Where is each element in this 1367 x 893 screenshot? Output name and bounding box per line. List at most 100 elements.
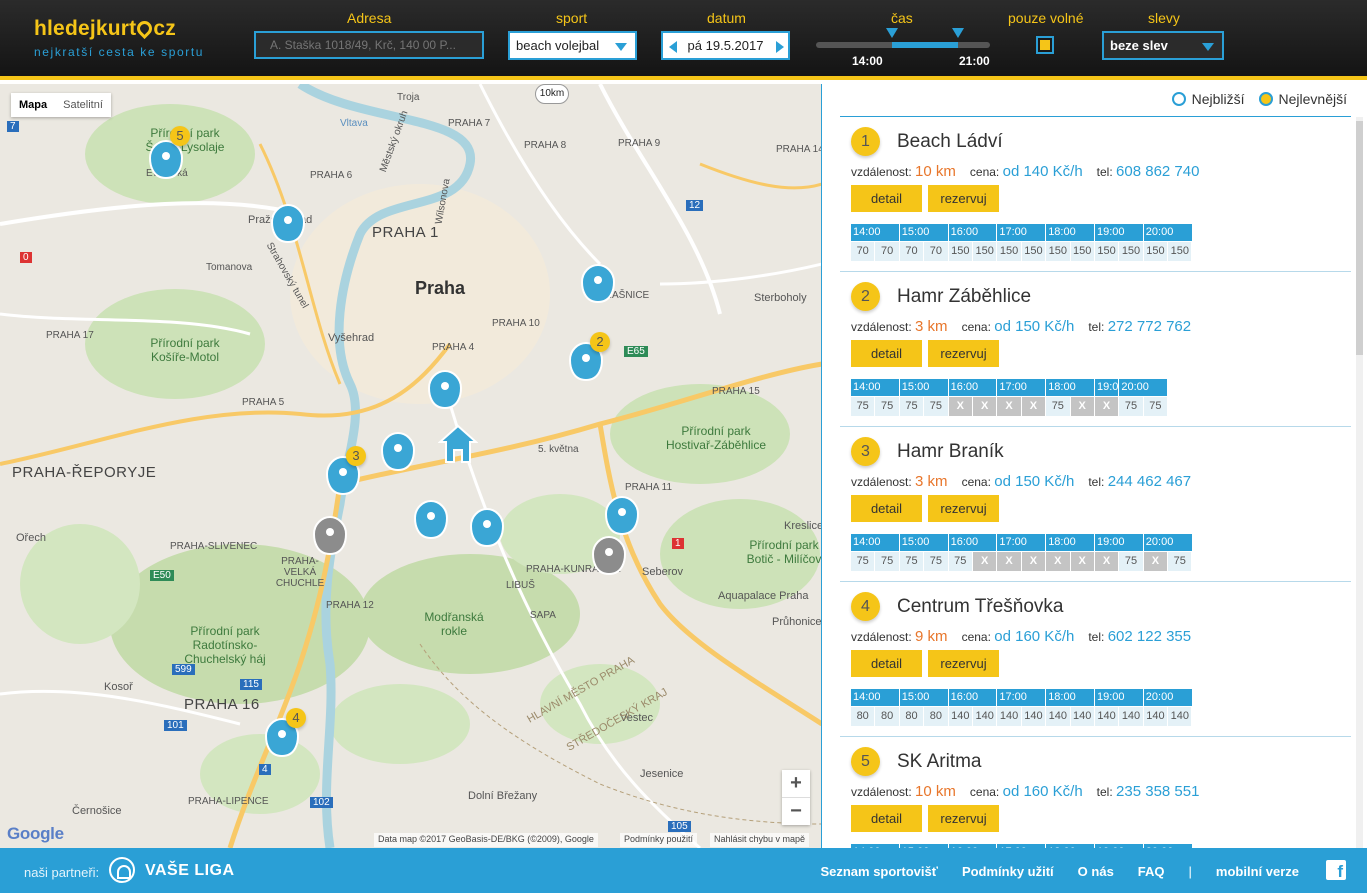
distance-label: vzdálenost: — [851, 165, 912, 179]
map-terms-link[interactable]: Podmínky použití — [620, 833, 698, 847]
slot-price[interactable]: 140 — [1119, 707, 1143, 726]
reserve-button[interactable]: rezervuj — [928, 340, 999, 367]
date-picker[interactable]: pá 19.5.2017 — [661, 31, 790, 60]
slot-price[interactable]: 80 — [875, 707, 899, 726]
map-marker-badge[interactable]: 4 — [286, 708, 306, 728]
hour-header: 17:00 — [997, 534, 1047, 551]
slot-price[interactable]: 150 — [1070, 242, 1094, 261]
slot-price[interactable]: 75 — [948, 552, 972, 571]
slot-price[interactable]: 140 — [1046, 707, 1070, 726]
slot-price[interactable]: 80 — [924, 707, 948, 726]
slot-price[interactable]: 150 — [1094, 242, 1119, 261]
court-name[interactable]: Beach Ládví — [897, 131, 1003, 153]
detail-button[interactable]: detail — [851, 495, 922, 522]
slot-price[interactable]: 75 — [1168, 552, 1192, 571]
logo[interactable]: hledejkurt cz — [34, 17, 176, 41]
map-marker-badge[interactable]: 3 — [346, 446, 366, 466]
sport-select[interactable]: beach volejbal — [508, 31, 637, 60]
slot-price[interactable]: 80 — [851, 707, 875, 726]
slot-price[interactable]: 140 — [972, 707, 997, 726]
slot-price[interactable]: 75 — [1119, 397, 1143, 416]
slot-price[interactable]: 75 — [875, 397, 899, 416]
tab-satellite[interactable]: Satelitní — [55, 93, 111, 117]
slot-price[interactable]: 140 — [948, 707, 972, 726]
court-phone[interactable]: 272 772 762 — [1108, 318, 1191, 335]
detail-button[interactable]: detail — [851, 185, 922, 212]
map-marker-badge[interactable]: 2 — [590, 332, 610, 352]
slot-price[interactable]: 140 — [1143, 707, 1168, 726]
court-name[interactable]: Centrum Třešňovka — [897, 596, 1064, 618]
slot-price[interactable]: 150 — [1021, 242, 1046, 261]
slot-price[interactable]: 75 — [924, 397, 948, 416]
zoom-out-button[interactable]: − — [782, 798, 810, 825]
court-phone[interactable]: 235 358 551 — [1116, 783, 1199, 800]
scrollbar-thumb[interactable] — [1356, 121, 1363, 355]
court-phone[interactable]: 602 122 355 — [1108, 628, 1191, 645]
next-day-arrow-icon[interactable] — [776, 41, 784, 53]
slot-price[interactable]: 70 — [875, 242, 899, 261]
slot-price[interactable]: 140 — [1094, 707, 1119, 726]
slot-price[interactable]: 140 — [1021, 707, 1046, 726]
slot-price[interactable]: 140 — [1070, 707, 1094, 726]
map-marker-badge[interactable]: 5 — [170, 126, 190, 146]
court-name[interactable]: Hamr Záběhlice — [897, 286, 1031, 308]
slot-price[interactable]: 140 — [997, 707, 1021, 726]
map[interactable]: 10km Praha PRAHA 1 Vyšehrad Troja PRAHA … — [0, 84, 822, 848]
only-free-checkbox[interactable] — [1036, 36, 1054, 54]
time-to-handle[interactable] — [952, 28, 964, 38]
time-from-handle[interactable] — [886, 28, 898, 38]
reserve-button[interactable]: rezervuj — [928, 650, 999, 677]
time-range-slider[interactable] — [816, 28, 990, 48]
map-report-link[interactable]: Nahlásit chybu v mapě — [710, 833, 810, 847]
slot-price[interactable]: 75 — [851, 397, 875, 416]
slot-price[interactable]: 75 — [899, 397, 924, 416]
footer-link-about[interactable]: O nás — [1078, 864, 1114, 879]
slot-price[interactable]: 70 — [851, 242, 875, 261]
court-name[interactable]: Hamr Braník — [897, 441, 1004, 463]
liga-link[interactable]: VAŠE LIGA — [145, 862, 235, 880]
slot-price[interactable]: 75 — [851, 552, 875, 571]
slot-price[interactable]: 75 — [1143, 397, 1168, 416]
court-phone[interactable]: 244 462 467 — [1108, 473, 1191, 490]
sort-nearest[interactable]: Nejbližší — [1171, 91, 1245, 107]
slot-price[interactable]: 75 — [1046, 397, 1070, 416]
slot-price[interactable]: 75 — [899, 552, 924, 571]
hour-header: 14:00 — [851, 224, 900, 241]
slot-price[interactable]: 80 — [899, 707, 924, 726]
slot-price[interactable]: 70 — [899, 242, 924, 261]
slot-price[interactable]: 140 — [1168, 707, 1192, 726]
scrollbar[interactable] — [1356, 117, 1363, 848]
detail-button[interactable]: detail — [851, 650, 922, 677]
slot-price[interactable]: 150 — [972, 242, 997, 261]
reserve-button[interactable]: rezervuj — [928, 185, 999, 212]
slot-price[interactable]: 75 — [1119, 552, 1143, 571]
footer-link-faq[interactable]: FAQ — [1138, 864, 1165, 879]
court-distance: 10 km — [915, 783, 956, 800]
zoom-in-button[interactable]: + — [782, 770, 810, 797]
footer-link-terms[interactable]: Podmínky užití — [962, 864, 1054, 879]
reserve-button[interactable]: rezervuj — [928, 495, 999, 522]
footer-link-venues[interactable]: Seznam sportovišť — [820, 864, 937, 879]
tab-map[interactable]: Mapa — [11, 93, 55, 117]
court-name[interactable]: SK Aritma — [897, 751, 981, 773]
reserve-button[interactable]: rezervuj — [928, 805, 999, 832]
slot-price[interactable]: 150 — [1119, 242, 1143, 261]
slot-price[interactable]: 150 — [1168, 242, 1192, 261]
slot-price[interactable]: 150 — [1143, 242, 1168, 261]
facebook-icon[interactable]: f — [1326, 860, 1346, 881]
prev-day-arrow-icon[interactable] — [669, 41, 677, 53]
slot-price[interactable]: 150 — [1046, 242, 1070, 261]
discount-select[interactable]: beze slev — [1102, 31, 1224, 60]
footer-link-mobile[interactable]: mobilní verze — [1216, 864, 1299, 879]
distance-label: vzdálenost: — [851, 630, 912, 644]
slot-price[interactable]: 150 — [948, 242, 972, 261]
slot-price[interactable]: 150 — [997, 242, 1021, 261]
detail-button[interactable]: detail — [851, 340, 922, 367]
address-input[interactable] — [254, 31, 484, 59]
sort-cheapest[interactable]: Nejlevnější — [1258, 91, 1347, 107]
slot-price[interactable]: 70 — [924, 242, 948, 261]
court-phone[interactable]: 608 862 740 — [1116, 163, 1199, 180]
slot-price[interactable]: 75 — [875, 552, 899, 571]
slot-price[interactable]: 75 — [924, 552, 948, 571]
detail-button[interactable]: detail — [851, 805, 922, 832]
